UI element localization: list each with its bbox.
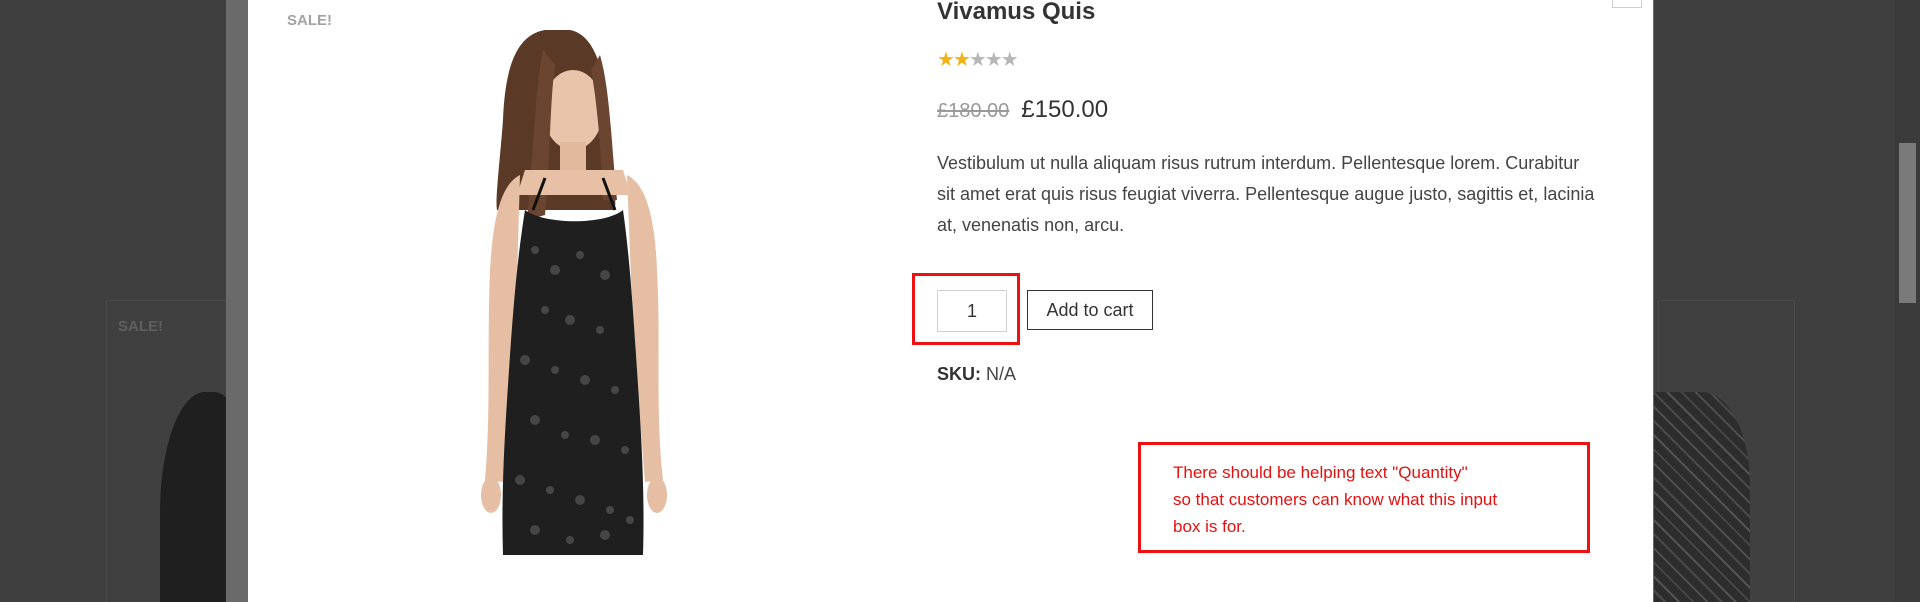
sku-value: N/A [986,364,1017,384]
star-empty-icon: ★ [984,49,1003,71]
product-description: Vestibulum ut nulla aliquam risus rutrum… [937,153,1595,235]
product-rating: ★★★★★ [937,49,1019,71]
star-filled-icon: ★ [937,49,955,71]
scrollbar-thumb[interactable] [1899,143,1916,303]
annotation-line: There should be helping text "Quantity" [1173,463,1468,482]
price: £180.00 £150.00 [937,96,1108,124]
star-filled-icon: ★ [952,49,971,71]
regular-price: £180.00 [937,100,1010,122]
sale-badge: SALE! [287,12,332,29]
sku-label: SKU: [937,364,981,384]
add-to-cart-button[interactable]: Add to cart [1027,290,1153,330]
product-image [405,10,725,560]
annotation-line: so that customers can know what this inp… [1173,490,1498,509]
quantity-input[interactable] [937,290,1007,332]
sale-price: £150.00 [1021,96,1109,123]
product-title: Vivamus Quis [937,0,1096,25]
close-button[interactable] [1612,0,1642,8]
annotation-line: box is for. [1173,517,1246,536]
star-empty-icon: ★ [968,49,987,71]
annotation-note: There should be helping text "Quantity" … [1138,442,1590,553]
sku: SKU: N/A [937,364,1016,385]
star-empty-icon: ★ [1000,49,1019,71]
background-sale-badge: SALE! [118,318,163,335]
